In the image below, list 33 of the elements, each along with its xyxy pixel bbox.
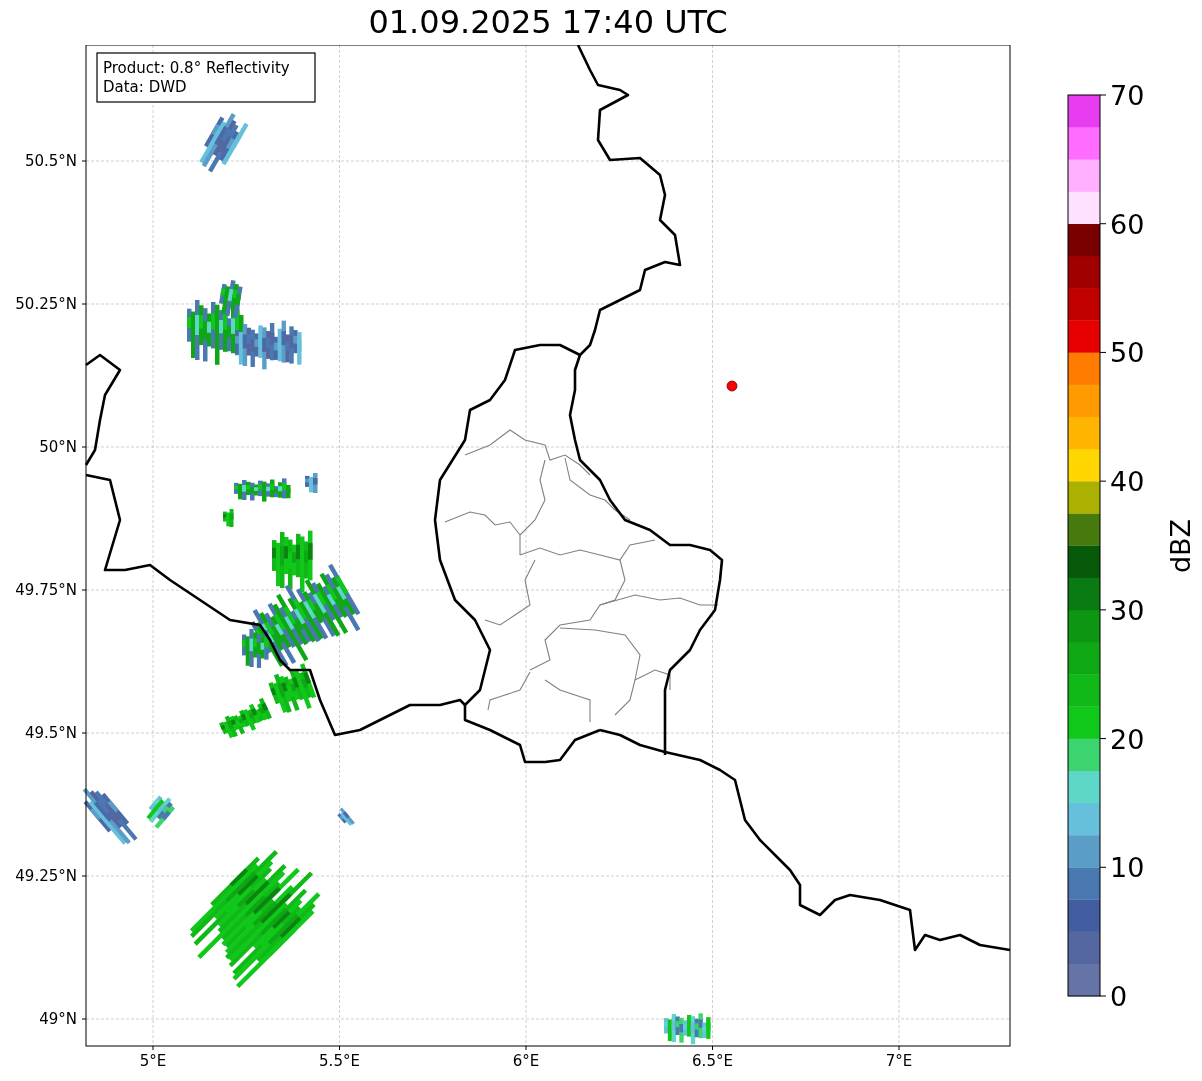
location-marker bbox=[726, 380, 738, 392]
longitude-label: 6°E bbox=[512, 1052, 540, 1070]
longitude-label: 5°E bbox=[139, 1052, 167, 1070]
colorbar-tick-label: 70 bbox=[1110, 80, 1145, 111]
longitude-label: 7°E bbox=[885, 1052, 913, 1070]
latitude-label: 49.25°N bbox=[15, 867, 77, 885]
colorbar-tick-label: 50 bbox=[1110, 337, 1145, 369]
latitude-label: 49.75°N bbox=[15, 581, 77, 599]
latitude-label: 49°N bbox=[39, 1010, 77, 1028]
radar-echo bbox=[223, 509, 234, 527]
chart-title: 01.09.2025 17:40 UTC bbox=[368, 2, 728, 43]
latitude-label: 50.5°N bbox=[24, 152, 77, 170]
colorbar-tick-label: 20 bbox=[1110, 723, 1145, 755]
radar-echo bbox=[234, 478, 291, 502]
longitude-label: 5.5°E bbox=[319, 1052, 360, 1070]
radar-echo bbox=[305, 473, 318, 493]
radar-echo bbox=[664, 1013, 711, 1045]
radar-echo bbox=[146, 795, 176, 829]
latitude-label: 50.25°N bbox=[15, 295, 77, 313]
colorbar-tick-label: 10 bbox=[1110, 852, 1145, 884]
latitude-label: 50°N bbox=[39, 438, 77, 456]
colorbar-tick-label: 0 bbox=[1110, 981, 1128, 1012]
info-text: Data: DWD bbox=[103, 78, 187, 96]
latitude-label: 49.5°N bbox=[24, 724, 77, 742]
colorbar-tick-label: 60 bbox=[1110, 208, 1145, 240]
radar-echo bbox=[219, 697, 272, 739]
colorbar-label: dBZ bbox=[1165, 518, 1196, 574]
colorbar-tick-label: 30 bbox=[1110, 594, 1145, 626]
radar-echo bbox=[199, 113, 249, 173]
radar-echo bbox=[82, 787, 138, 845]
longitude-label: 6.5°E bbox=[692, 1052, 733, 1070]
info-text: Product: 0.8° Reflectivity bbox=[103, 59, 290, 77]
colorbar-tick-label: 40 bbox=[1110, 466, 1145, 498]
